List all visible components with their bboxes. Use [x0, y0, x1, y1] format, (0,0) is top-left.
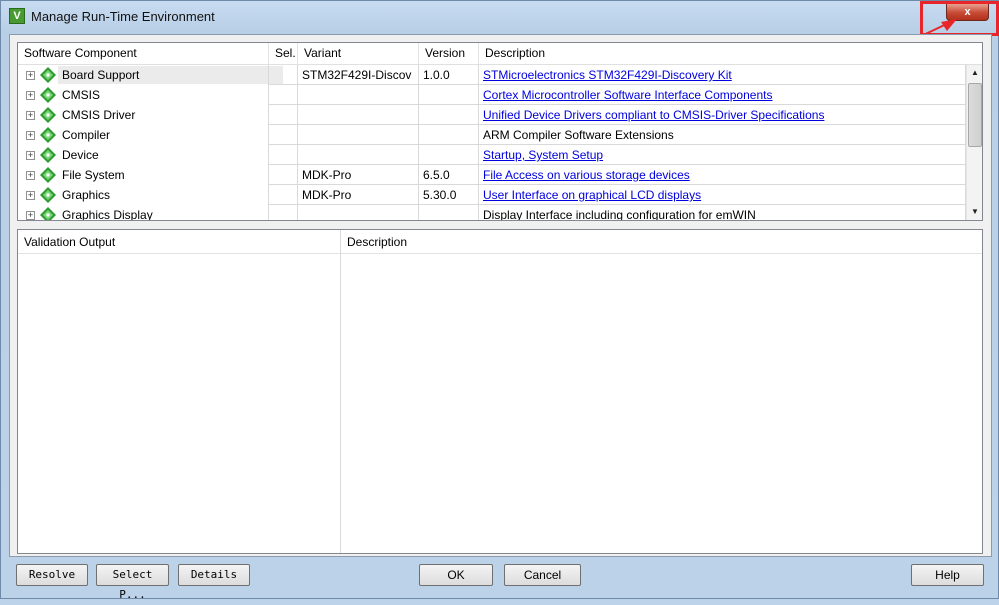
sel-cell[interactable] [269, 205, 298, 220]
sel-cell[interactable] [269, 85, 298, 105]
component-gem-icon [40, 127, 56, 143]
component-label: Graphics [62, 188, 111, 202]
header-software-component[interactable]: Software Component [18, 43, 269, 64]
sel-cell[interactable] [269, 165, 298, 185]
select-packs-button[interactable]: Select P... [96, 564, 169, 601]
column-divider[interactable] [340, 230, 341, 553]
grid-header: Software Component Sel. Variant Version … [18, 43, 982, 65]
component-label: Board Support [62, 68, 140, 82]
variant-cell: MDK-Pro [298, 185, 419, 205]
version-cell: 5.30.0 [419, 185, 479, 205]
version-cell [419, 125, 479, 145]
expand-icon[interactable]: + [26, 191, 35, 200]
table-row[interactable]: + File System MDK-Pro 6.5.0 File Access … [18, 165, 966, 185]
component-label: Compiler [62, 128, 111, 142]
component-gem-icon [40, 87, 56, 103]
version-cell [419, 85, 479, 105]
details-button[interactable]: Details [178, 564, 250, 586]
scroll-thumb[interactable] [968, 83, 982, 147]
table-row[interactable]: + Graphics Display Display Interface inc… [18, 205, 966, 221]
validation-panel: Validation Output Description [17, 229, 983, 554]
table-row[interactable]: + Board Support STM32F429I-Discov ▼ 1.0.… [18, 65, 966, 85]
component-label: File System [62, 168, 125, 182]
component-label: Device [62, 148, 99, 162]
cancel-button[interactable]: Cancel [504, 564, 581, 586]
description-link[interactable]: File Access on various storage devices [483, 168, 690, 182]
component-label: CMSIS Driver [62, 108, 136, 122]
header-sel[interactable]: Sel. [269, 43, 298, 64]
header-description[interactable]: Description [479, 43, 966, 64]
component-gem-icon [40, 207, 56, 220]
variant-cell [298, 105, 419, 125]
description-link[interactable]: User Interface on graphical LCD displays [483, 188, 701, 202]
window: V Manage Run-Time Environment x Software… [0, 0, 999, 601]
component-gem-icon [40, 147, 56, 163]
sel-cell[interactable] [269, 125, 298, 145]
component-gem-icon [40, 187, 56, 203]
variant-cell: MDK-Pro [298, 165, 419, 185]
ok-button[interactable]: OK [419, 564, 493, 586]
description-text: Display Interface including configuratio… [483, 208, 756, 221]
version-cell: 1.0.0 [419, 65, 479, 85]
table-row[interactable]: + CMSIS Driver Unified Device Drivers co… [18, 105, 966, 125]
variant-value: STM32F429I-Discov [302, 68, 412, 82]
version-cell: 6.5.0 [419, 165, 479, 185]
variant-cell [298, 145, 419, 165]
vertical-scrollbar[interactable]: ▲ ▼ [966, 65, 982, 220]
header-version[interactable]: Version [419, 43, 479, 64]
expand-icon[interactable]: + [26, 91, 35, 100]
expand-icon[interactable]: + [26, 131, 35, 140]
variant-cell [298, 205, 419, 220]
description-link[interactable]: Unified Device Drivers compliant to CMSI… [483, 108, 824, 122]
component-gem-icon [40, 107, 56, 123]
component-grid: Software Component Sel. Variant Version … [17, 42, 983, 221]
resolve-button[interactable]: Resolve [16, 564, 88, 586]
scroll-down-icon[interactable]: ▼ [967, 204, 982, 220]
expand-icon[interactable]: + [26, 211, 35, 220]
scroll-up-icon[interactable]: ▲ [967, 65, 982, 81]
component-label: CMSIS [62, 88, 101, 102]
component-gem-icon [40, 67, 56, 83]
table-row[interactable]: + Compiler ARM Compiler Software Extensi… [18, 125, 966, 145]
sel-cell[interactable] [269, 105, 298, 125]
variant-cell [298, 85, 419, 105]
expand-icon[interactable]: + [26, 71, 35, 80]
table-row[interactable]: + Device Startup, System Setup [18, 145, 966, 165]
sel-cell[interactable] [269, 65, 298, 85]
expand-icon[interactable]: + [26, 151, 35, 160]
expand-icon[interactable]: + [26, 171, 35, 180]
component-gem-icon [40, 167, 56, 183]
version-cell [419, 105, 479, 125]
variant-select[interactable]: STM32F429I-Discov ▼ [298, 65, 419, 85]
table-row[interactable]: + CMSIS Cortex Microcontroller Software … [18, 85, 966, 105]
description-link[interactable]: Startup, System Setup [483, 148, 603, 162]
version-cell [419, 205, 479, 220]
header-validation-description[interactable]: Description [341, 230, 982, 254]
description-link[interactable]: Cortex Microcontroller Software Interfac… [483, 88, 772, 102]
version-cell [419, 145, 479, 165]
help-button[interactable]: Help [911, 564, 984, 586]
component-label: Graphics Display [62, 208, 153, 221]
table-row[interactable]: + Graphics MDK-Pro 5.30.0 User Interface… [18, 185, 966, 205]
header-validation-output[interactable]: Validation Output [18, 230, 340, 254]
description-text: ARM Compiler Software Extensions [483, 128, 674, 142]
sel-cell[interactable] [269, 145, 298, 165]
variant-cell [298, 125, 419, 145]
description-link[interactable]: STMicroelectronics STM32F429I-Discovery … [483, 68, 732, 82]
expand-icon[interactable]: + [26, 111, 35, 120]
sel-cell[interactable] [269, 185, 298, 205]
header-variant[interactable]: Variant [298, 43, 419, 64]
